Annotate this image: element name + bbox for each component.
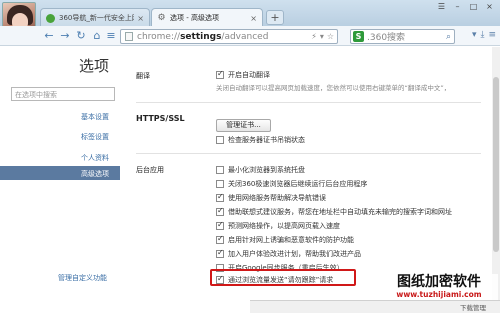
checkbox[interactable] — [216, 248, 224, 258]
minimize-icon[interactable]: – — [451, 2, 464, 12]
reload-icon[interactable]: ↻ — [74, 29, 88, 43]
manage-certificates-button[interactable]: 管理证书... — [216, 119, 271, 132]
background-section-label: 后台应用 — [136, 166, 164, 174]
sidebar-item-basic[interactable]: 基本设置 — [81, 112, 109, 122]
phishing-protection-option[interactable]: 启用针对网上诱骗和恶意软件的防护功能 — [216, 234, 354, 245]
settings-menu-icon[interactable]: ≡ — [488, 30, 496, 40]
checkbox[interactable] — [216, 206, 224, 216]
sidebar-item-tabs[interactable]: 标签设置 — [81, 132, 109, 142]
nav-error-service-option[interactable]: 使用网络服务帮助解决导航错误 — [216, 192, 326, 203]
checkbox[interactable] — [216, 136, 224, 144]
run-background-apps-option[interactable]: 关闭360极速浏览器后继续运行后台应用程序 — [216, 179, 367, 189]
checkbox[interactable] — [216, 69, 224, 79]
tab-360-nav[interactable]: 360导航_新一代安全上网导 × — [40, 8, 150, 27]
highlight-box — [210, 269, 356, 286]
checkbox[interactable] — [216, 220, 224, 230]
close-window-icon[interactable]: × — [483, 2, 496, 12]
home-icon[interactable]: ⌂ — [90, 29, 104, 43]
lightning-icon[interactable]: ⚡ — [311, 32, 317, 41]
watermark-url: www.tuzhijiami.com — [396, 290, 482, 299]
forward-icon[interactable]: → — [58, 29, 72, 43]
settings-search-input[interactable]: 在选项中搜索 — [11, 87, 115, 101]
toolbar: ← → ↻ ⌂ ≡ chrome://settings/advanced ⚡ ▾… — [0, 26, 500, 46]
ux-improvement-option[interactable]: 加入用户体验改进计划，帮助我们改进产品 — [216, 248, 361, 259]
scroll-thumb[interactable] — [493, 77, 499, 252]
new-tab-button[interactable]: + — [266, 10, 284, 25]
divider — [136, 102, 481, 103]
checkbox[interactable] — [216, 180, 224, 188]
gear-icon: ⚙ — [157, 12, 166, 23]
tab-settings[interactable]: ⚙ 选项 - 高级选项 × — [151, 8, 263, 27]
translate-section-label: 翻译 — [136, 72, 150, 80]
prefetch-option[interactable]: 预测网络操作，以提高网页载入速度 — [216, 220, 340, 231]
search-icon[interactable]: ⌕ — [446, 32, 454, 42]
url-prefix: chrome:// — [137, 31, 181, 42]
url-path: /advanced — [221, 31, 269, 42]
checkbox[interactable] — [216, 166, 224, 174]
chevron-down-icon[interactable]: ▾ — [472, 30, 477, 40]
https-section-label: HTTPS/SSL — [136, 114, 185, 123]
menu-icon[interactable]: ≡ — [104, 29, 118, 43]
page-title: 选项 — [78, 57, 109, 75]
watermark: 图纸加密软件 www.tuzhijiami.com — [380, 274, 498, 300]
minimize-to-tray-option[interactable]: 最小化浏览器到系统托盘 — [216, 165, 305, 175]
download-manager-link[interactable]: 下载管理 — [460, 302, 486, 312]
url-host: settings — [180, 31, 222, 42]
toolbar-right-icons: ▾ ⤓ ≡ — [472, 30, 496, 40]
tab-title: 360导航_新一代安全上网导 — [59, 14, 134, 22]
suggestion-service-option[interactable]: 借助联想式建议服务，帮您在地址栏中自动填充未输完的搜索字词和网址 — [216, 206, 452, 217]
download-icon[interactable]: ⤓ — [480, 30, 484, 40]
watermark-title: 图纸加密软件 — [397, 274, 481, 290]
sidebar-item-label: 高级选项 — [81, 170, 109, 178]
status-bar: 下载管理 — [250, 300, 500, 313]
divider — [136, 153, 481, 154]
maximize-icon[interactable]: □ — [467, 2, 480, 12]
address-bar[interactable]: chrome://settings/advanced ⚡ ▾ ☆ — [120, 29, 338, 44]
tab-close-icon[interactable]: × — [137, 14, 144, 23]
tab-close-icon[interactable]: × — [250, 14, 257, 23]
cert-revocation-option[interactable]: 检查服务器证书吊销状态 — [216, 135, 305, 145]
sidebar-item-advanced[interactable]: 高级选项 — [0, 166, 120, 180]
dropdown-icon[interactable]: ▾ — [320, 32, 324, 41]
back-icon[interactable]: ← — [42, 29, 56, 43]
sidebar-item-profile[interactable]: 个人资料 — [81, 153, 109, 163]
manage-custom-features-link[interactable]: 管理自定义功能 — [58, 273, 107, 283]
checkbox[interactable] — [216, 234, 224, 244]
bookmark-star-icon[interactable]: ☆ — [327, 32, 334, 41]
window-controls: ☰ – □ × — [435, 2, 496, 12]
settings-sidebar: 选项 在选项中搜索 基本设置 标签设置 个人资料 高级选项 管理自定义功能 — [0, 47, 120, 313]
360-search-logo-icon: S — [353, 31, 364, 42]
window-menu-icon[interactable]: ☰ — [435, 2, 448, 12]
auto-translate-option[interactable]: 开启自动翻译 — [216, 69, 270, 80]
search-placeholder: .360搜索 — [367, 33, 406, 43]
tab-title: 选项 - 高级选项 — [170, 14, 219, 22]
checkbox[interactable] — [216, 192, 224, 202]
translate-description: 关闭自动翻译可以提高网页加载速度，您依然可以使用右键菜单的“翻译成中文”， — [216, 84, 451, 92]
search-box[interactable]: S .360搜索 ⌕ — [350, 29, 455, 44]
page-icon — [125, 32, 133, 41]
360-favicon-icon — [46, 13, 55, 23]
